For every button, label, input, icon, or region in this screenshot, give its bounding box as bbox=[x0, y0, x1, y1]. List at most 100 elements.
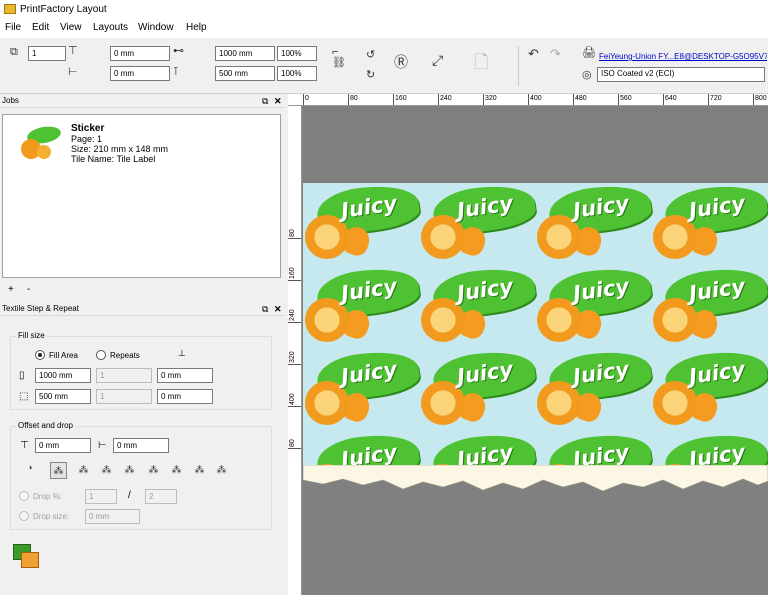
step-rotate-icon[interactable]: ⁂ bbox=[191, 462, 208, 479]
menu-view[interactable]: View bbox=[60, 22, 82, 33]
ruler-tick bbox=[663, 94, 664, 105]
vertical-ruler: 80 160 240 320 400 80 bbox=[288, 106, 302, 595]
step-flip-icon[interactable]: ⁂ bbox=[145, 462, 162, 479]
fill-width-input[interactable] bbox=[35, 368, 91, 383]
offset-y-input[interactable] bbox=[110, 66, 170, 81]
drop-numerator-input[interactable] bbox=[85, 489, 117, 504]
height-repeats-input[interactable] bbox=[96, 389, 152, 404]
step-repeat-panel-title: Textile Step & Repeat bbox=[2, 304, 79, 313]
remove-job-button[interactable]: - bbox=[27, 284, 30, 295]
height-icon: ⊺ bbox=[173, 66, 179, 78]
jobs-list[interactable]: Sticker Page: 1 Size: 210 mm x 148 mm Ti… bbox=[2, 114, 281, 278]
step-rotate-half-icon[interactable]: ⁂ bbox=[213, 462, 230, 479]
registration-icon[interactable]: Ⓡ bbox=[394, 52, 408, 72]
menu-edit[interactable]: Edit bbox=[32, 22, 49, 33]
printer-icon: 🖨 bbox=[582, 47, 596, 59]
drop-denominator-input[interactable] bbox=[145, 489, 177, 504]
drop-size-label: Drop size: bbox=[33, 512, 70, 521]
artwork-tile: Juicy bbox=[303, 183, 422, 265]
fill-size-title: Fill size bbox=[16, 331, 47, 340]
title-bar: PrintFactory Layout bbox=[0, 0, 768, 20]
ruler-tick bbox=[438, 94, 439, 105]
drop-percent-label: Drop %: bbox=[33, 492, 62, 501]
rotate-ccw-icon[interactable]: ↺ bbox=[366, 48, 375, 61]
gap-icon: ⊥ bbox=[178, 348, 186, 358]
artwork-tile: Juicy bbox=[535, 183, 654, 265]
fit-icon[interactable]: ⤢ bbox=[432, 52, 443, 69]
printer-link[interactable]: FeiYeung-Union FY...E8@DESKTOP-G5O95V7 bbox=[599, 52, 767, 61]
add-job-button[interactable]: + bbox=[8, 284, 14, 295]
ruler-label: 0 bbox=[305, 95, 309, 102]
width-gap-input[interactable] bbox=[157, 368, 213, 383]
ruler-tick bbox=[288, 238, 301, 239]
offset-y-icon: ⊢ bbox=[98, 440, 107, 451]
step-half-drop-icon[interactable]: ⁂ bbox=[75, 462, 92, 479]
artwork-tile: Juicy bbox=[303, 346, 422, 431]
jobs-panel-header: Jobs ⧉ ✕ bbox=[0, 94, 285, 108]
width-percent-input[interactable] bbox=[277, 46, 317, 61]
height-percent-input[interactable] bbox=[277, 66, 317, 81]
step-mirror-flip-icon[interactable]: ⁂ bbox=[168, 462, 185, 479]
ruler-tick bbox=[288, 406, 301, 407]
width-repeats-input[interactable] bbox=[96, 368, 152, 383]
offset-x-input[interactable] bbox=[35, 438, 91, 453]
color-profile-select[interactable]: ISO Coated v2 (ECI) bbox=[597, 67, 765, 82]
fill-height-input[interactable] bbox=[35, 389, 91, 404]
offset-x-input[interactable] bbox=[110, 46, 170, 61]
link-proportions-icon[interactable]: ⛓ bbox=[332, 56, 346, 69]
drop-size-radio[interactable] bbox=[19, 511, 29, 521]
rotate-cw-icon[interactable]: ↻ bbox=[366, 68, 375, 81]
step-none-icon[interactable]: ❛ bbox=[22, 462, 39, 479]
repeats-radio[interactable] bbox=[96, 350, 106, 360]
redo-icon[interactable]: ↷ bbox=[550, 46, 561, 62]
copies-input[interactable] bbox=[28, 46, 66, 61]
ruler-tick bbox=[393, 94, 394, 105]
ruler-label: 240 bbox=[440, 95, 452, 102]
close-icon[interactable]: ✕ bbox=[274, 94, 282, 108]
job-size: Size: 210 mm x 148 mm bbox=[71, 144, 169, 154]
media-end-edge bbox=[303, 465, 768, 492]
menu-window[interactable]: Window bbox=[138, 22, 174, 33]
artwork-tile: Juicy bbox=[419, 263, 538, 348]
menu-layouts[interactable]: Layouts bbox=[93, 22, 128, 33]
ruler-tick bbox=[573, 94, 574, 105]
height-gap-input[interactable] bbox=[157, 389, 213, 404]
step-half-brick-icon[interactable]: ⁂ bbox=[98, 462, 115, 479]
offset-drop-title: Offset and drop bbox=[16, 421, 75, 430]
step-basic-icon[interactable]: ⁂ bbox=[50, 462, 67, 479]
artwork-tile: Juicy bbox=[419, 183, 538, 265]
artwork-tile: Juicy bbox=[303, 263, 422, 348]
ruler-label: 560 bbox=[620, 95, 632, 102]
offset-x-icon: ⊤ bbox=[68, 45, 78, 57]
toolbar: ⧉ ⊤ ⊢ ⊷ ⊺ ⌐ ⛓ ↺ ↻ Ⓡ ⤢ 🗋 ↶ ↷ 🖨 FeiYeung-U… bbox=[0, 38, 768, 94]
menu-file[interactable]: File bbox=[5, 22, 21, 33]
media-sheet[interactable]: Juicy Juicy Juicy Juicy Juicy Juicy Juicy Juicy… bbox=[303, 183, 768, 465]
page-icon[interactable]: 🗋 bbox=[474, 50, 488, 80]
width-input[interactable] bbox=[215, 46, 275, 61]
artwork-tile: Juicy bbox=[535, 346, 654, 431]
ruler-tick bbox=[708, 94, 709, 105]
ruler-label: 320 bbox=[485, 95, 497, 102]
close-icon[interactable]: ✕ bbox=[274, 302, 282, 316]
menu-help[interactable]: Help bbox=[186, 22, 207, 33]
horizontal-ruler: 0 80 160 240 320 400 480 560 640 720 800 bbox=[288, 94, 768, 106]
apply-step-repeat-icon[interactable] bbox=[13, 544, 39, 568]
ruler-label: 320 bbox=[289, 351, 296, 363]
fill-area-radio[interactable] bbox=[35, 350, 45, 360]
offset-y-input[interactable] bbox=[113, 438, 169, 453]
ruler-label: 400 bbox=[289, 393, 296, 405]
height-input[interactable] bbox=[215, 66, 275, 81]
step-mirror-icon[interactable]: ⁂ bbox=[121, 462, 138, 479]
color-profile-icon: ◎ bbox=[582, 69, 592, 81]
undo-icon[interactable]: ↶ bbox=[528, 46, 539, 62]
drop-size-input[interactable] bbox=[85, 509, 140, 524]
job-thumbnail[interactable] bbox=[21, 124, 65, 159]
width-icon: ⊷ bbox=[173, 45, 184, 57]
ruler-label: 80 bbox=[289, 229, 296, 237]
drop-percent-radio[interactable] bbox=[19, 491, 29, 501]
window-title: PrintFactory Layout bbox=[20, 4, 107, 15]
offset-x-icon: ⊤ bbox=[20, 440, 29, 451]
float-icon[interactable]: ⧉ bbox=[262, 94, 268, 108]
float-icon[interactable]: ⧉ bbox=[262, 302, 268, 316]
height-dim-icon: ⬚ bbox=[19, 391, 29, 402]
